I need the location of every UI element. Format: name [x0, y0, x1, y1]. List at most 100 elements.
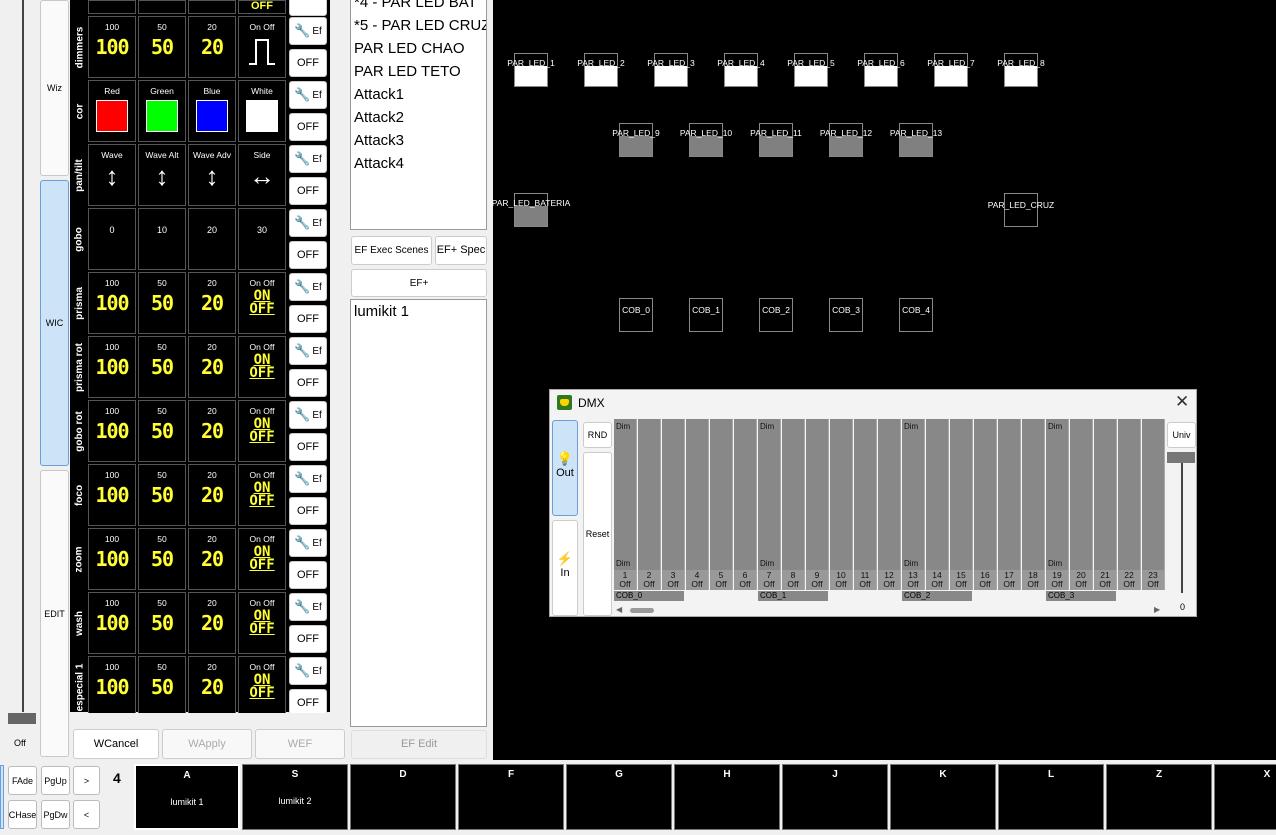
- off-button[interactable]: OFF: [289, 177, 327, 205]
- scene-button[interactable]: H: [674, 764, 780, 830]
- grid-partial-cell[interactable]: OFF: [238, 0, 286, 14]
- univ-fader-track[interactable]: [1181, 463, 1183, 593]
- wizard-cell[interactable]: On Off ON OFF: [238, 336, 286, 398]
- wizard-cell[interactable]: 50 50: [138, 400, 186, 462]
- stage-fixture[interactable]: PAR_LED_3: [647, 53, 695, 87]
- stage-fixture[interactable]: COB_1: [689, 298, 723, 332]
- dmx-channel-fader[interactable]: 8 Off: [782, 419, 805, 590]
- dmx-channel-fader[interactable]: 22 Off: [1118, 419, 1141, 590]
- scene-button[interactable]: F: [458, 764, 564, 830]
- list-item[interactable]: lumikit 1: [351, 300, 486, 323]
- scene-button[interactable]: G: [566, 764, 672, 830]
- stage-fixture[interactable]: COB_0: [619, 298, 653, 332]
- chase-button[interactable]: CHase: [8, 800, 37, 829]
- wizard-cell[interactable]: On Off: [238, 16, 286, 78]
- wizard-cell[interactable]: 50 50: [138, 16, 186, 78]
- stage-fixture[interactable]: PAR_LED_9: [612, 123, 660, 157]
- wizard-cell[interactable]: 20 20: [188, 464, 236, 526]
- pgup-button[interactable]: PgUp: [41, 766, 70, 795]
- dmx-channel-fader[interactable]: 9 Off: [806, 419, 829, 590]
- dmx-channel-fader[interactable]: 12 Off: [878, 419, 901, 590]
- fade-button[interactable]: FAde: [8, 766, 37, 795]
- grid-partial-cell[interactable]: [188, 0, 236, 14]
- wizard-cell[interactable]: 50 50: [138, 528, 186, 590]
- ef-button[interactable]: 🔧 Ef: [289, 401, 327, 429]
- scene-button[interactable]: J: [782, 764, 888, 830]
- wizard-cell[interactable]: 20 20: [188, 272, 236, 334]
- wizard-cell[interactable]: On Off ON OFF: [238, 528, 286, 590]
- stage-fixture[interactable]: PAR_LED_11: [750, 123, 802, 157]
- wizard-cell[interactable]: 20 20: [188, 16, 236, 78]
- ef-button[interactable]: 🔧 Ef: [289, 657, 327, 685]
- ef-button[interactable]: 🔧 Ef: [289, 337, 327, 365]
- dmx-channel-fader[interactable]: 14 Off: [926, 419, 949, 590]
- prev-page-button[interactable]: <: [73, 800, 100, 829]
- scene-button[interactable]: X: [1214, 764, 1276, 830]
- dmx-channel-fader[interactable]: 6 Off: [734, 419, 757, 590]
- list-item[interactable]: PAR LED TETO: [351, 60, 486, 83]
- stage-fixture[interactable]: COB_3: [829, 298, 863, 332]
- tab-wiz[interactable]: Wiz: [40, 0, 69, 176]
- stage-fixture[interactable]: PAR_LED_7: [927, 53, 975, 87]
- master-fader-track[interactable]: [22, 0, 24, 712]
- ef-plus-spec-button[interactable]: EF+ Spec: [435, 236, 487, 265]
- scene-button[interactable]: Slumikit 2: [242, 764, 348, 830]
- ef-button[interactable]: 🔧 Ef: [289, 17, 327, 45]
- hscroll-thumb[interactable]: [630, 608, 654, 613]
- pgdw-button[interactable]: PgDw: [41, 800, 70, 829]
- off-button[interactable]: OFF: [289, 49, 327, 77]
- list-item[interactable]: Attack2: [351, 106, 486, 129]
- dmx-channel-fader[interactable]: 15 Off: [950, 419, 973, 590]
- wizard-cell[interactable]: 100 100: [88, 656, 136, 718]
- wizard-cell[interactable]: 50 50: [138, 592, 186, 654]
- univ-button[interactable]: Univ: [1167, 422, 1196, 448]
- wizard-cell[interactable]: 0: [88, 208, 136, 270]
- dmx-hscrollbar[interactable]: ◀ ▶: [616, 605, 1162, 615]
- stage-fixture[interactable]: PAR_LED_12: [820, 123, 872, 157]
- list-item[interactable]: *5 - PAR LED CRUZ: [351, 14, 486, 37]
- off-button[interactable]: OFF: [289, 305, 327, 333]
- ef-button[interactable]: 🔧 Ef: [289, 273, 327, 301]
- dmx-channel-fader[interactable]: 16 Off: [974, 419, 997, 590]
- ef-button[interactable]: 🔧 Ef: [289, 593, 327, 621]
- list-item[interactable]: *4 - PAR LED BAT: [351, 0, 486, 14]
- stage-fixture[interactable]: PAR_LED_BATERIA: [492, 193, 570, 227]
- wizard-cell[interactable]: Wave ↕: [88, 144, 136, 206]
- wizard-cell[interactable]: 100 100: [88, 528, 136, 590]
- stage-fixture[interactable]: PAR_LED_1: [507, 53, 555, 87]
- dmx-channel-fader[interactable]: 21 Off: [1094, 419, 1117, 590]
- list-item[interactable]: PAR LED CHAO: [351, 37, 486, 60]
- dmx-channel-fader[interactable]: Dim Dim 13 Off: [902, 419, 925, 590]
- wizard-cell[interactable]: 20 20: [188, 528, 236, 590]
- tab-wic[interactable]: WIC: [40, 180, 69, 466]
- grid-partial-cell[interactable]: [138, 0, 186, 14]
- stage-fixture[interactable]: COB_4: [899, 298, 933, 332]
- dmx-channel-fader[interactable]: 10 Off: [830, 419, 853, 590]
- list-item[interactable]: Attack3: [351, 129, 486, 152]
- wizard-cell[interactable]: 10: [138, 208, 186, 270]
- scene-button[interactable]: K: [890, 764, 996, 830]
- wizard-cell[interactable]: On Off ON OFF: [238, 400, 286, 462]
- wizard-cell[interactable]: 100 100: [88, 592, 136, 654]
- wizard-cell[interactable]: 50 50: [138, 656, 186, 718]
- ef-exec-scenes-button[interactable]: EF Exec Scenes: [351, 236, 432, 265]
- stage-fixture[interactable]: PAR_LED_10: [680, 123, 732, 157]
- dmx-channel-fader[interactable]: Dim Dim 7 Off: [758, 419, 781, 590]
- ef-button[interactable]: 🔧 Ef: [289, 145, 327, 173]
- rnd-button[interactable]: RND: [583, 422, 612, 448]
- wizard-cell[interactable]: 20: [188, 208, 236, 270]
- dmx-channel-fader[interactable]: 4 Off: [686, 419, 709, 590]
- wizard-cell[interactable]: Blue: [188, 80, 236, 142]
- stage-fixture[interactable]: PAR_LED_CRUZ: [988, 193, 1054, 227]
- stage-fixture[interactable]: PAR_LED_6: [857, 53, 905, 87]
- scene-button[interactable]: D: [350, 764, 456, 830]
- off-button[interactable]: OFF: [289, 369, 327, 397]
- wizard-cell[interactable]: 20 20: [188, 336, 236, 398]
- ef-edit-button[interactable]: EF Edit: [351, 730, 487, 759]
- dmx-channel-fader[interactable]: 17 Off: [998, 419, 1021, 590]
- in-button[interactable]: ⚡ In: [552, 520, 578, 616]
- dmx-channel-fader[interactable]: Dim Dim 19 Off: [1046, 419, 1069, 590]
- wizard-cell[interactable]: 50 50: [138, 464, 186, 526]
- ef-button[interactable]: 🔧 Ef: [289, 209, 327, 237]
- dmx-channel-fader[interactable]: 2 Off: [638, 419, 661, 590]
